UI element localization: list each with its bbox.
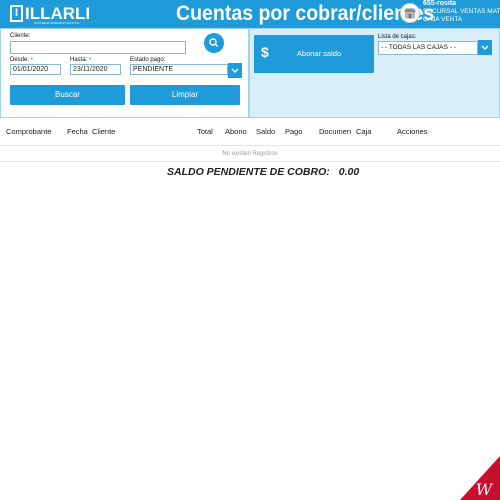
cliente-input[interactable]	[10, 41, 186, 54]
svg-text:W: W	[476, 480, 494, 499]
chevron-down-icon	[481, 45, 489, 50]
hasta-date-input[interactable]: 23/11/2020	[70, 64, 121, 75]
logo-initial: I	[10, 4, 23, 22]
saldo-value: 0.00	[338, 166, 360, 178]
store-icon	[404, 8, 416, 19]
app-header: I ILLARLI SISTEMA ADMINISTRATIVO Cuentas…	[0, 0, 500, 28]
header-divider	[0, 145, 500, 146]
buscar-button[interactable]: Buscar	[10, 85, 125, 105]
abonar-saldo-label: Abonar saldo	[296, 49, 342, 58]
limpiar-button[interactable]: Limpiar	[130, 85, 240, 105]
cliente-label: Cliente:	[10, 33, 31, 39]
cajas-dropdown-button[interactable]	[478, 40, 492, 55]
column-fecha[interactable]: Fecha	[67, 127, 88, 136]
column-saldo[interactable]: Saldo	[256, 127, 275, 136]
column-total[interactable]: Total	[197, 127, 213, 136]
column-cliente[interactable]: Cliente	[92, 127, 115, 136]
logo-text: ILLARLI	[25, 3, 91, 23]
user-info: 655-rosita SUCURSAL VENTAS MAT CAJA VENT…	[423, 0, 500, 24]
table-header: Comprobante Fecha Cliente Total Abono Sa…	[0, 124, 500, 140]
column-pago[interactable]: Pago	[285, 127, 303, 136]
estado-label: Estado pago:	[130, 57, 166, 63]
saldo-label: SALDO PENDIENTE DE COBRO:	[167, 166, 330, 178]
column-acciones[interactable]: Acciones	[397, 127, 427, 136]
column-documento[interactable]: Documen	[319, 127, 351, 136]
cajas-select[interactable]: - - TODAS LAS CAJAS - -	[378, 41, 478, 55]
user-avatar[interactable]	[400, 3, 420, 23]
user-branch: SUCURSAL VENTAS MAT	[423, 8, 500, 15]
page-title: Cuentas por cobrar/clientes	[176, 2, 435, 25]
desde-label: Desde: •	[10, 57, 33, 63]
estado-select[interactable]: PENDIENTE	[130, 64, 228, 75]
corner-brand-icon: W	[460, 456, 500, 500]
row-divider	[0, 161, 500, 162]
empty-table-message: No existen Registros	[222, 151, 278, 157]
user-name: 655-rosita	[423, 0, 457, 7]
column-abono[interactable]: Abono	[225, 127, 247, 136]
saldo-pendiente: SALDO PENDIENTE DE COBRO: 0.00	[167, 166, 359, 178]
estado-dropdown-button[interactable]	[228, 63, 242, 78]
user-register: CAJA VENTA	[423, 16, 463, 23]
cajas-label: Lista de cajas:	[378, 34, 417, 40]
abonar-saldo-button[interactable]: $ Abonar saldo	[254, 35, 374, 73]
column-caja[interactable]: Caja	[356, 127, 371, 136]
column-comprobante[interactable]: Comprobante	[6, 127, 51, 136]
chevron-down-icon	[231, 68, 239, 73]
search-button[interactable]	[204, 33, 224, 53]
hasta-label: Hasta: •	[70, 57, 92, 63]
logo-subtitle: SISTEMA ADMINISTRATIVO	[34, 21, 80, 25]
desde-date-input[interactable]: 01/01/2020	[10, 64, 61, 75]
search-icon	[209, 38, 219, 48]
